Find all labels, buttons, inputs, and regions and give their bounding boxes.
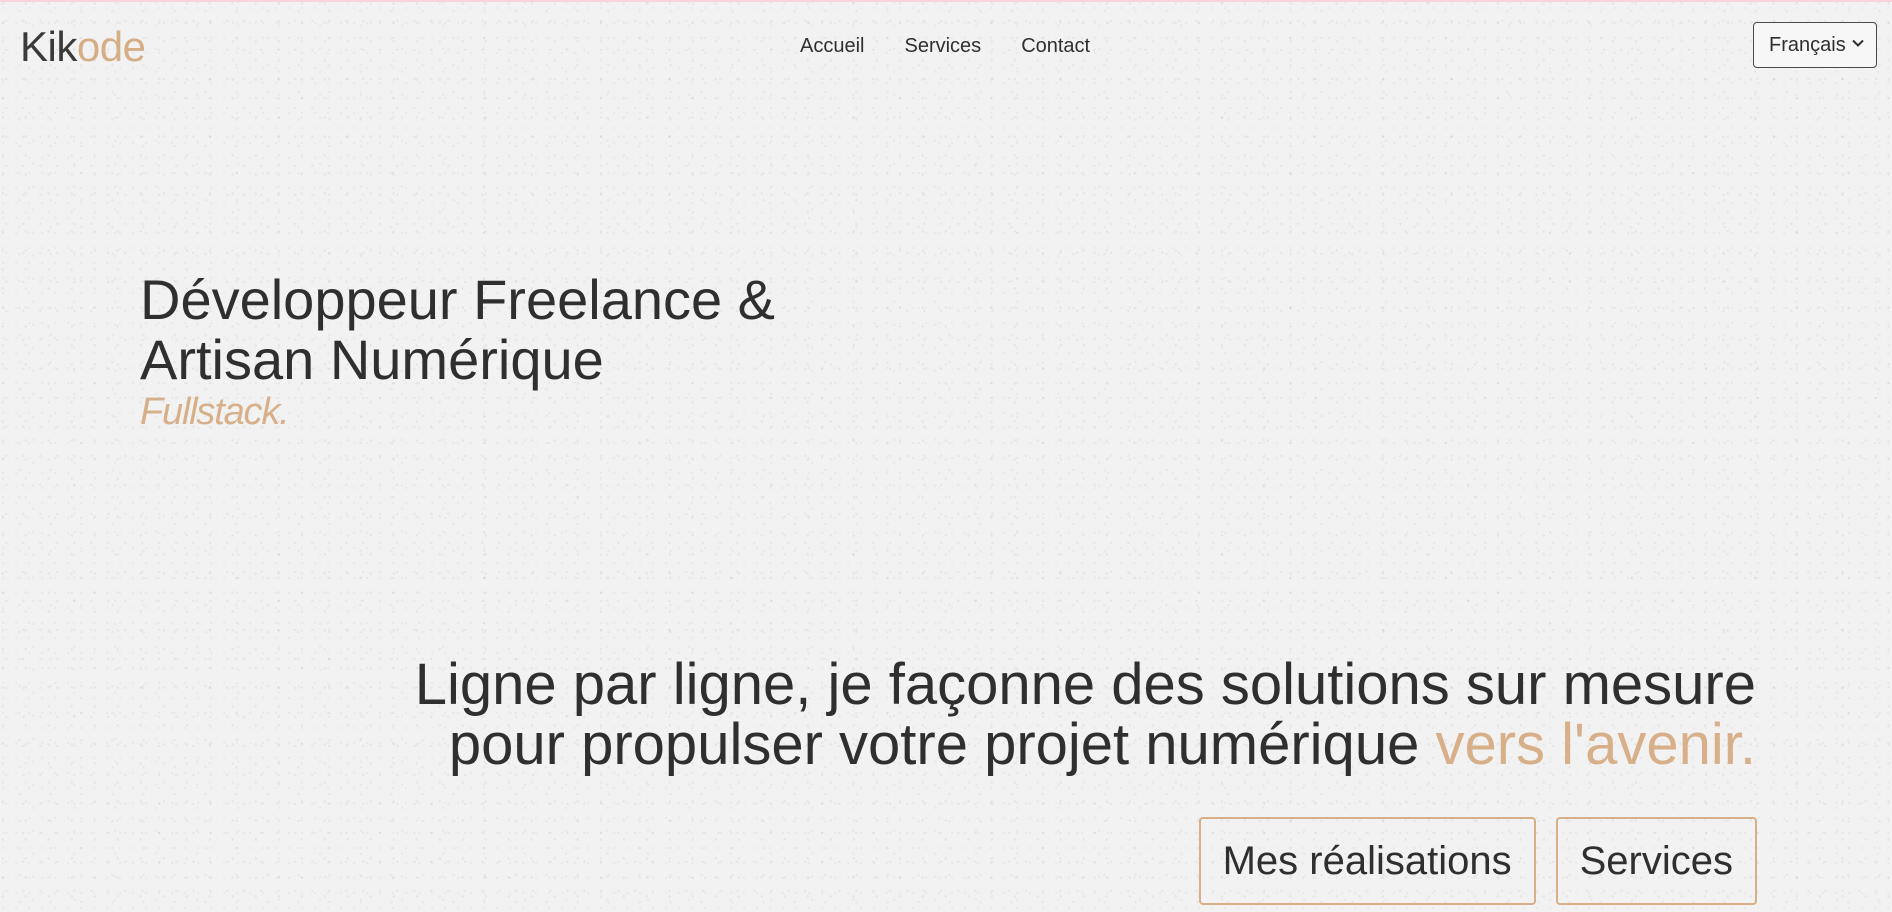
hero-subtitle: Fullstack. — [140, 391, 290, 433]
my-work-button[interactable]: Mes réalisations — [1198, 817, 1536, 905]
logo-part-2: ode — [76, 23, 146, 70]
nav-home-link[interactable]: Accueil — [800, 34, 864, 58]
tagline-accent: vers l'avenir. — [1435, 712, 1756, 777]
hero-title: Développeur Freelance & Artisan Numériqu… — [140, 270, 775, 390]
language-select[interactable]: Français — [1753, 22, 1877, 68]
chevron-down-icon — [1850, 34, 1866, 57]
tagline: Ligne par ligne, je façonne des solution… — [415, 655, 1756, 775]
language-selected-value: Français — [1769, 33, 1846, 56]
main-nav: Accueil Services Contact — [800, 34, 1090, 58]
hero-title-line-1: Développeur Freelance & — [140, 268, 776, 331]
nav-contact-link[interactable]: Contact — [1021, 34, 1090, 58]
tagline-line-1: Ligne par ligne, je façonne des solution… — [414, 652, 1756, 717]
logo-part-1: Kik — [20, 23, 77, 70]
hero-actions: Mes réalisations Services — [1198, 817, 1757, 905]
hero-title-line-2: Artisan Numérique — [140, 328, 604, 391]
tagline-line-2: pour propulser votre projet numérique — [448, 712, 1420, 777]
top-border — [0, 0, 1892, 2]
nav-services-link[interactable]: Services — [904, 34, 981, 58]
logo[interactable]: Kikode — [20, 22, 146, 72]
services-button[interactable]: Services — [1555, 817, 1757, 905]
